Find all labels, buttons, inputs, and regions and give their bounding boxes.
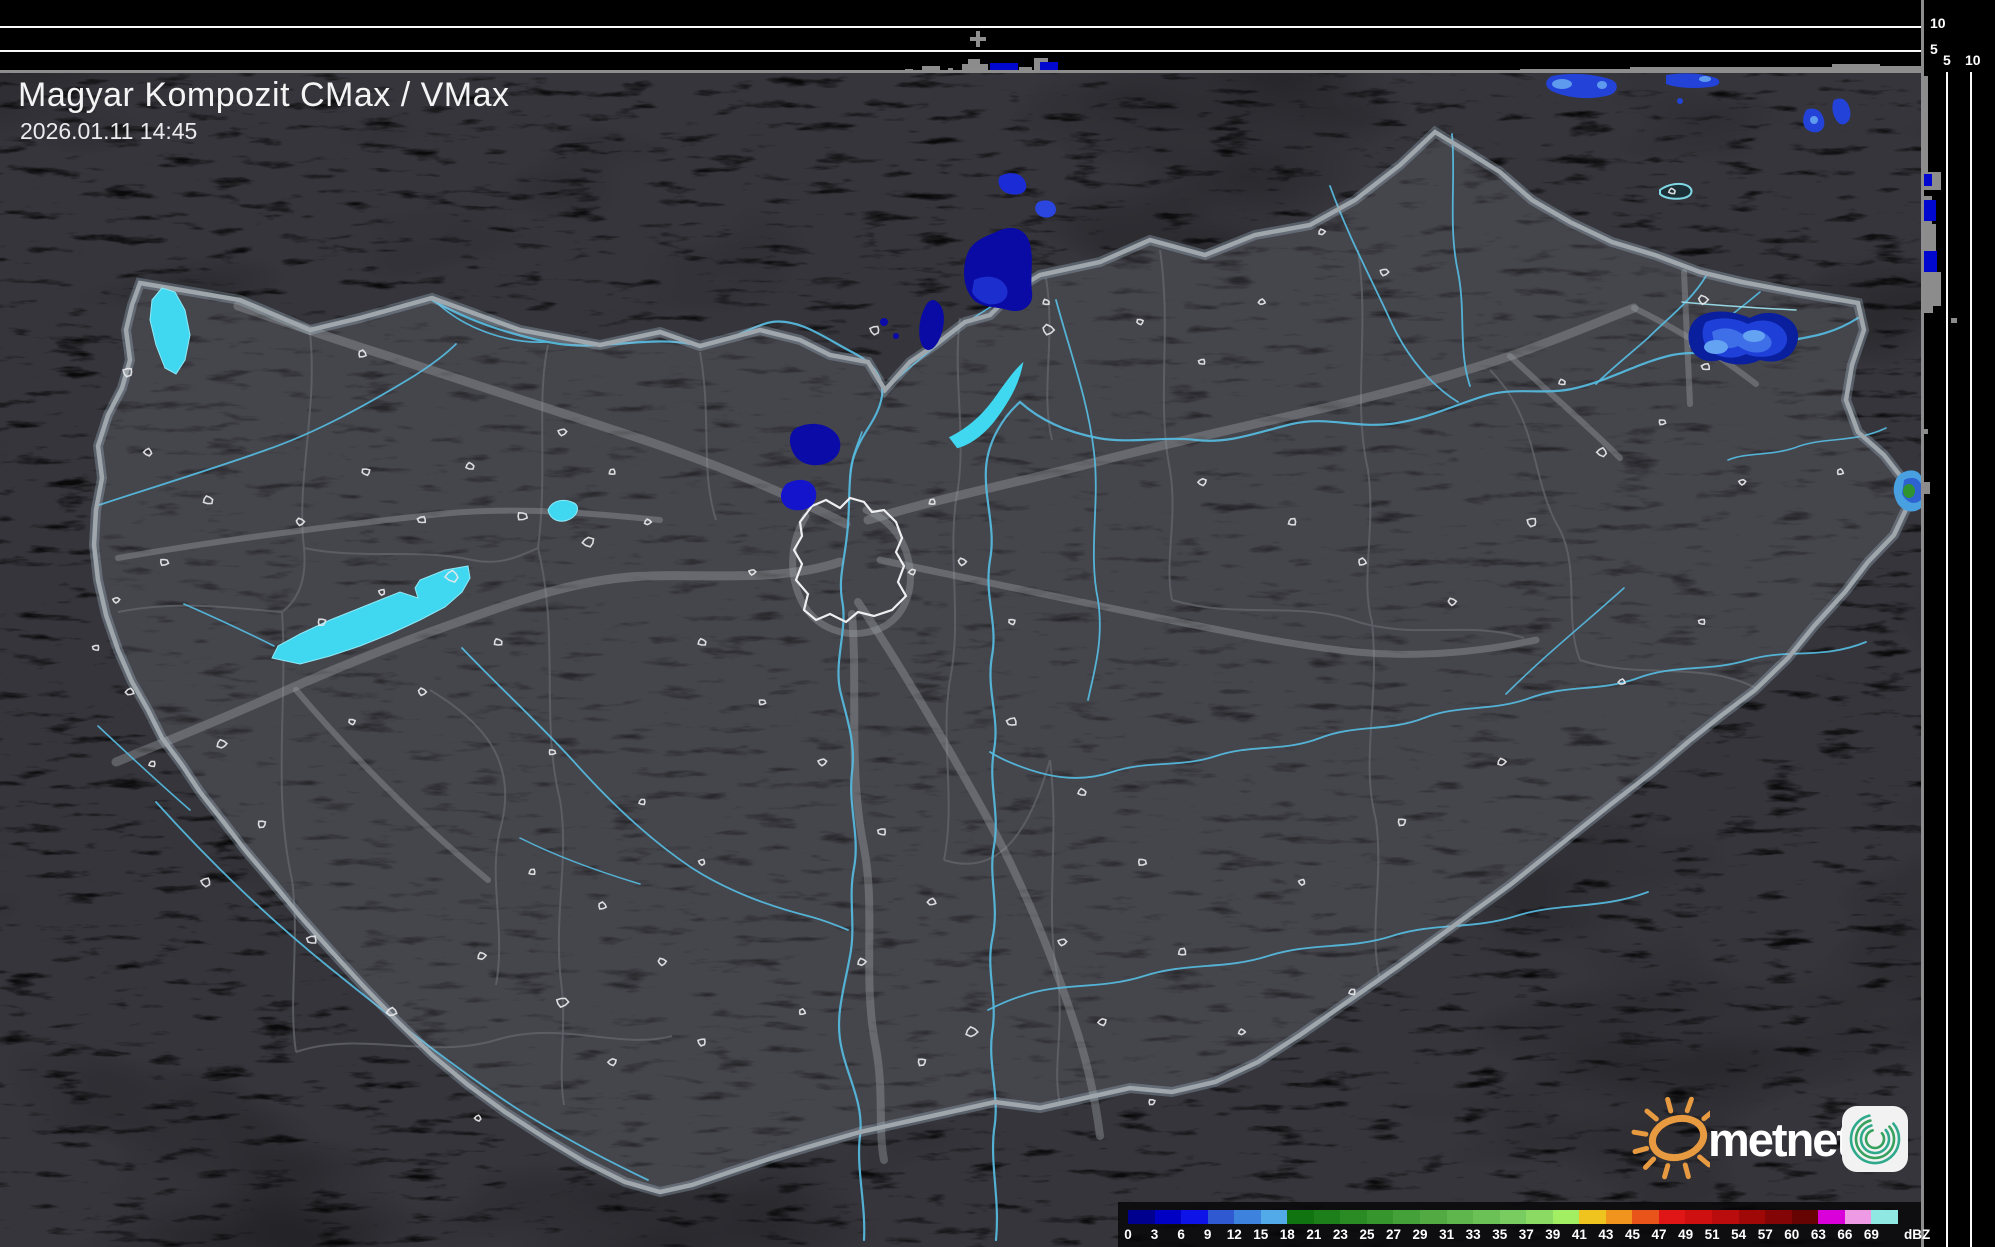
legend-segment bbox=[1446, 1210, 1474, 1224]
legend-tick-label: 15 bbox=[1253, 1227, 1269, 1242]
dbz-tick-labels: 0 3 6 9 12 15 18 21 23 25 27 29 31 33 35 37 39 41 43 45 47 49… bbox=[1118, 1227, 1921, 1245]
gridline-10km bbox=[0, 26, 1921, 28]
gridline-5km bbox=[0, 50, 1921, 52]
legend-tick-label: 37 bbox=[1518, 1227, 1534, 1242]
legend-segment bbox=[1712, 1210, 1739, 1224]
profile-bar bbox=[1924, 482, 1930, 494]
sun-icon bbox=[1631, 1096, 1710, 1180]
dbz-legend: 0 3 6 9 12 15 18 21 23 25 27 29 31 33 35 37 39 41 43 45 47 49… bbox=[1118, 1202, 1930, 1247]
legend-segment bbox=[1552, 1210, 1580, 1224]
radar-map bbox=[0, 72, 1921, 1247]
radar-composite-screen: 10 5 5 10 Magyar Kompozit CMax / VMax 20… bbox=[0, 0, 1995, 1247]
legend-segment bbox=[1765, 1210, 1792, 1224]
legend-segment bbox=[1393, 1210, 1421, 1224]
metnet-logo-link[interactable]: metnet bbox=[1630, 1086, 1922, 1182]
legend-tick-label: 51 bbox=[1704, 1227, 1720, 1242]
legend-tick-label: 41 bbox=[1571, 1227, 1587, 1242]
spiral-icon bbox=[1849, 1113, 1901, 1165]
legend-segment bbox=[1844, 1210, 1872, 1224]
legend-tick-label: 9 bbox=[1203, 1227, 1212, 1242]
legend-segment bbox=[1207, 1210, 1235, 1224]
gridline-10km-v bbox=[1970, 72, 1972, 1247]
legend-segment bbox=[1526, 1210, 1553, 1224]
profile-bar bbox=[1924, 272, 1941, 306]
y-tick-10: 10 bbox=[1930, 15, 1946, 31]
legend-tick-label: 33 bbox=[1465, 1227, 1481, 1242]
legend-tick-label: 25 bbox=[1359, 1227, 1375, 1242]
legend-tick-label: 63 bbox=[1810, 1227, 1826, 1242]
legend-tick-label: 31 bbox=[1439, 1227, 1455, 1242]
legend-tick-label: 27 bbox=[1386, 1227, 1402, 1242]
legend-segment bbox=[1685, 1210, 1713, 1224]
legend-tick-label: 49 bbox=[1678, 1227, 1694, 1242]
page-title: Magyar Kompozit CMax / VMax bbox=[18, 76, 510, 114]
profile-bar bbox=[1924, 76, 1928, 172]
legend-segment bbox=[1499, 1210, 1527, 1224]
legend-segment bbox=[1313, 1210, 1341, 1224]
y-tick-5: 5 bbox=[1930, 41, 1938, 57]
logo-wordmark: metnet bbox=[1708, 1113, 1852, 1166]
profile-dot bbox=[1951, 318, 1957, 323]
legend-tick-label: 0 bbox=[1124, 1227, 1132, 1242]
profile-bar-echo bbox=[1924, 251, 1937, 272]
profile-bar bbox=[1924, 224, 1936, 251]
axis-baseline bbox=[0, 70, 1995, 73]
legend-tick-label: 69 bbox=[1863, 1227, 1879, 1242]
legend-segment bbox=[1658, 1210, 1686, 1224]
dbz-colorbar bbox=[1128, 1210, 1898, 1224]
legend-tick-label: 43 bbox=[1598, 1227, 1614, 1242]
profile-bar-echo bbox=[1924, 174, 1932, 186]
hungary-map-svg bbox=[0, 72, 1921, 1247]
max-marker-icon bbox=[970, 37, 986, 41]
legend-segment bbox=[1605, 1210, 1633, 1224]
legend-tick-label: 18 bbox=[1279, 1227, 1295, 1242]
legend-segment bbox=[1420, 1210, 1447, 1224]
profile-dash bbox=[1921, 429, 1928, 434]
legend-tick-label: 45 bbox=[1624, 1227, 1640, 1242]
legend-segment bbox=[1154, 1210, 1182, 1224]
legend-segment bbox=[1818, 1210, 1845, 1224]
x-tick-5: 5 bbox=[1943, 52, 1951, 68]
gridline-5km-v bbox=[1946, 72, 1948, 1247]
legend-segment bbox=[1366, 1210, 1394, 1224]
legend-segment bbox=[1579, 1210, 1606, 1224]
legend-segment bbox=[1473, 1210, 1500, 1224]
legend-segment bbox=[1287, 1210, 1314, 1224]
metnet-app-icon bbox=[1842, 1106, 1908, 1172]
legend-tick-label: 57 bbox=[1757, 1227, 1773, 1242]
legend-tick-label: 23 bbox=[1332, 1227, 1348, 1242]
profile-bar bbox=[1924, 306, 1933, 313]
legend-tick-label: 47 bbox=[1651, 1227, 1667, 1242]
legend-segment bbox=[1234, 1210, 1261, 1224]
legend-tick-label: 3 bbox=[1150, 1227, 1159, 1242]
legend-tick-label: 66 bbox=[1837, 1227, 1853, 1242]
legend-segment bbox=[1791, 1210, 1819, 1224]
legend-tick-label: 29 bbox=[1412, 1227, 1428, 1242]
legend-tick-label: 54 bbox=[1731, 1227, 1747, 1242]
legend-segment bbox=[1260, 1210, 1288, 1224]
legend-tick-label: 6 bbox=[1177, 1227, 1185, 1242]
legend-segment bbox=[1128, 1210, 1155, 1224]
echo-top-profile-panel bbox=[0, 0, 1921, 72]
legend-segment bbox=[1871, 1210, 1898, 1224]
legend-tick-label: 35 bbox=[1492, 1227, 1508, 1242]
legend-tick-label: 12 bbox=[1226, 1227, 1242, 1242]
legend-tick-label: 39 bbox=[1545, 1227, 1561, 1242]
x-tick-10: 10 bbox=[1965, 52, 1981, 68]
legend-segment bbox=[1340, 1210, 1367, 1224]
profile-bar-echo bbox=[1924, 200, 1936, 221]
legend-tick-label: 60 bbox=[1784, 1227, 1800, 1242]
dbz-unit-label: dBZ bbox=[1904, 1227, 1931, 1242]
legend-segment bbox=[1738, 1210, 1766, 1224]
legend-segment bbox=[1632, 1210, 1659, 1224]
side-profile-panel: 10 5 5 10 bbox=[1921, 0, 1995, 1247]
legend-tick-label: 21 bbox=[1306, 1227, 1322, 1242]
timestamp: 2026.01.11 14:45 bbox=[20, 118, 198, 144]
legend-segment bbox=[1181, 1210, 1208, 1224]
